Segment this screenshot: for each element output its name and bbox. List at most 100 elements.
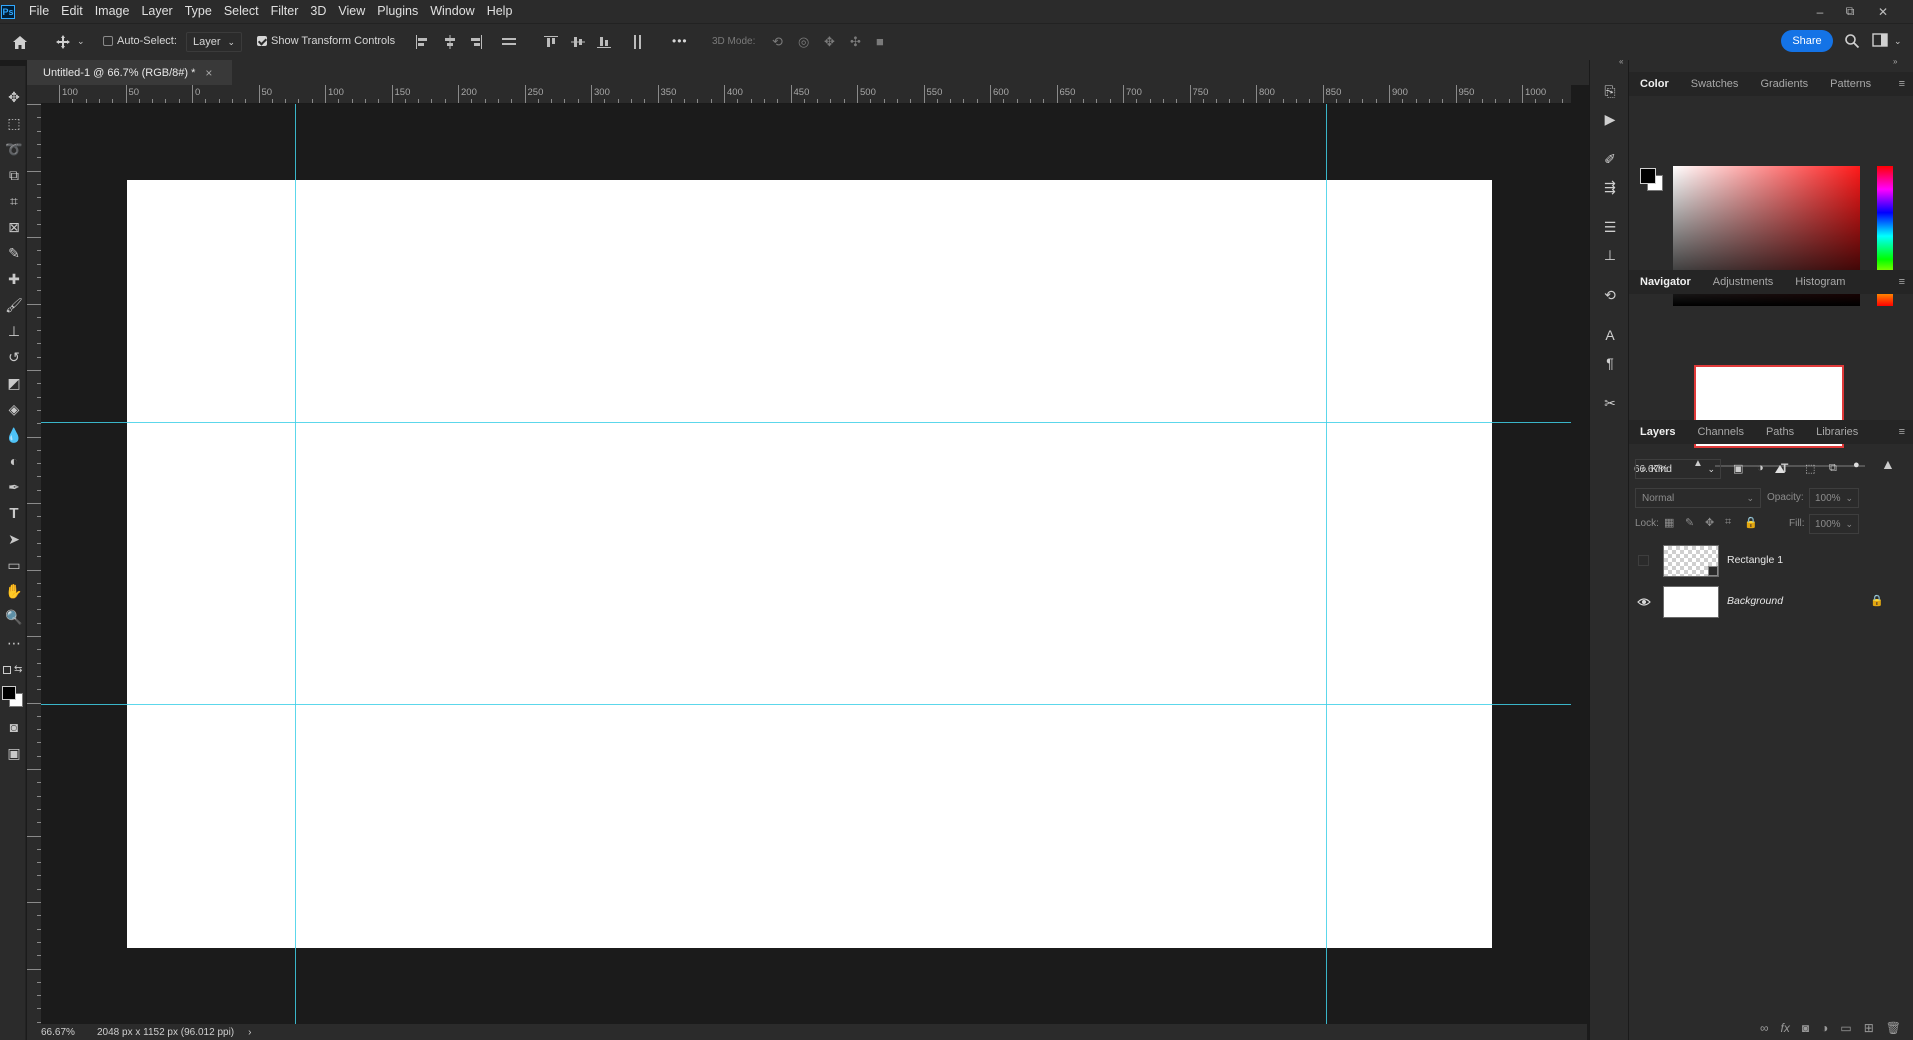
eye-icon[interactable]: [1637, 595, 1651, 609]
minimize-button[interactable]: –: [1805, 0, 1835, 23]
tab-libraries[interactable]: Libraries: [1805, 420, 1869, 444]
auto-select-checkbox[interactable]: Auto-Select:: [103, 35, 177, 47]
3d-orbit-icon[interactable]: ⟲: [772, 34, 783, 50]
tab-swatches[interactable]: Swatches: [1680, 72, 1750, 96]
filter-pixel-icon[interactable]: ▣: [1733, 462, 1743, 475]
frame-tool-icon[interactable]: ⊠: [3, 216, 25, 238]
restore-button[interactable]: ⧉: [1835, 0, 1865, 23]
document-canvas[interactable]: [127, 180, 1492, 948]
blur-tool-icon[interactable]: 💧: [3, 424, 25, 446]
chevron-down-icon[interactable]: ⌄: [1894, 36, 1902, 47]
zoom-in-icon[interactable]: ▲: [1881, 456, 1895, 472]
history-brush-tool-icon[interactable]: ↺: [3, 346, 25, 368]
tab-patterns[interactable]: Patterns: [1819, 72, 1882, 96]
link-layers-icon[interactable]: ∞: [1760, 1021, 1769, 1035]
horizontal-ruler[interactable]: 100 50 0 50 100 150 200 250 300 350 400 450 500 550 60…: [41, 85, 1571, 104]
status-menu-arrow[interactable]: ›: [248, 1027, 251, 1038]
menu-layer[interactable]: Layer: [135, 0, 178, 23]
add-mask-icon[interactable]: ◙: [1802, 1021, 1809, 1035]
new-adjustment-layer-icon[interactable]: ◑: [1821, 1021, 1828, 1035]
layer-visibility-toggle[interactable]: [1638, 555, 1649, 566]
document-tab[interactable]: Untitled-1 @ 66.7% (RGB/8#) * ×: [27, 60, 232, 85]
screen-mode-icon[interactable]: ▣: [3, 742, 25, 764]
delete-layer-icon[interactable]: 🗑: [1886, 1021, 1901, 1035]
auto-select-target-select[interactable]: Layer ⌄: [186, 32, 242, 52]
menu-plugins[interactable]: Plugins: [371, 0, 424, 23]
canvas-area[interactable]: [41, 104, 1571, 1024]
character-icon[interactable]: A: [1599, 324, 1621, 346]
3d-pan-icon[interactable]: ✥: [824, 34, 835, 50]
tab-paths[interactable]: Paths: [1755, 420, 1805, 444]
panel-menu-icon[interactable]: ≡: [1899, 426, 1905, 438]
tab-adjustments[interactable]: Adjustments: [1702, 270, 1785, 294]
more-options-button[interactable]: •••: [672, 34, 688, 48]
default-colors-icon[interactable]: [3, 666, 11, 674]
healing-brush-tool-icon[interactable]: ✚: [3, 268, 25, 290]
blend-mode-select[interactable]: Normal ⌄: [1635, 488, 1761, 508]
tab-channels[interactable]: Channels: [1686, 420, 1754, 444]
filter-adjustment-icon[interactable]: ◑: [1757, 462, 1764, 474]
tool-presets-icon[interactable]: ✂: [1599, 392, 1621, 414]
dodge-tool-icon[interactable]: ◐: [3, 450, 25, 472]
marquee-tool-icon[interactable]: ⬚: [3, 112, 25, 134]
home-icon[interactable]: [10, 33, 30, 51]
zoom-tool-icon[interactable]: 🔍: [3, 606, 25, 628]
eraser-tool-icon[interactable]: ◩: [3, 372, 25, 394]
3d-camera-icon[interactable]: ■: [876, 34, 884, 49]
clone-source-icon[interactable]: ⊥: [1599, 244, 1621, 266]
tab-layers[interactable]: Layers: [1629, 420, 1686, 444]
panel-menu-icon[interactable]: ≡: [1899, 276, 1905, 288]
3d-slide-icon[interactable]: ✣: [850, 34, 861, 50]
menu-type[interactable]: Type: [179, 0, 218, 23]
brush-tool-icon[interactable]: 🖌: [3, 294, 25, 316]
color-panel-foreground[interactable]: [1640, 168, 1656, 184]
menu-image[interactable]: Image: [89, 0, 136, 23]
layer-name[interactable]: Background: [1727, 595, 1783, 607]
vertical-guide[interactable]: [1326, 104, 1327, 1024]
fill-field[interactable]: 100% ⌄: [1809, 514, 1859, 534]
tab-gradients[interactable]: Gradients: [1749, 72, 1819, 96]
ruler-origin[interactable]: [27, 85, 41, 104]
eyedropper-tool-icon[interactable]: ✎: [3, 242, 25, 264]
workspace-icon[interactable]: [1872, 33, 1888, 47]
menu-window[interactable]: Window: [424, 0, 480, 23]
paragraph-icon[interactable]: ¶: [1599, 352, 1621, 374]
collapse-dock-icon[interactable]: «: [1619, 57, 1623, 66]
filter-type-icon[interactable]: T: [1781, 461, 1788, 475]
clone-stamp-tool-icon[interactable]: ⊥: [3, 320, 25, 342]
distribute-horizontal-icon[interactable]: [501, 34, 517, 50]
actions-play-icon[interactable]: ▶: [1599, 108, 1621, 130]
show-transform-check[interactable]: [257, 36, 267, 46]
layer-name[interactable]: Rectangle 1: [1727, 554, 1783, 566]
new-group-icon[interactable]: ▭: [1840, 1021, 1851, 1035]
align-middle-icon[interactable]: [570, 34, 586, 50]
object-selection-tool-icon[interactable]: ⧉: [3, 164, 25, 186]
lock-image-icon[interactable]: ✎: [1685, 516, 1694, 529]
tab-histogram[interactable]: Histogram: [1784, 270, 1856, 294]
layer-row-rectangle-1[interactable]: Rectangle 1: [1629, 541, 1913, 581]
share-button[interactable]: Share: [1781, 30, 1833, 52]
rectangle-tool-icon[interactable]: ▭: [3, 554, 25, 576]
show-transform-checkbox[interactable]: Show Transform Controls: [257, 35, 395, 47]
layer-row-background[interactable]: Background 🔒: [1629, 582, 1913, 622]
path-selection-tool-icon[interactable]: ➤: [3, 528, 25, 550]
filter-smart-object-icon[interactable]: ⧉: [1829, 462, 1837, 475]
align-top-icon[interactable]: [543, 34, 559, 50]
panel-menu-icon[interactable]: ≡: [1899, 78, 1905, 90]
type-tool-icon[interactable]: T: [3, 502, 25, 524]
3d-roll-icon[interactable]: ◎: [798, 34, 809, 50]
swap-colors-icon[interactable]: ⇆: [14, 664, 22, 675]
menu-view[interactable]: View: [332, 0, 371, 23]
layer-filter-select[interactable]: ⌕ Kind ⌄: [1635, 459, 1721, 479]
align-left-icon[interactable]: [414, 34, 430, 50]
lock-position-icon[interactable]: ✥: [1705, 516, 1714, 529]
vertical-guide[interactable]: [295, 104, 296, 1024]
menu-help[interactable]: Help: [481, 0, 519, 23]
move-tool-preset-icon[interactable]: [52, 32, 74, 52]
lasso-tool-icon[interactable]: ➰: [3, 138, 25, 160]
vertical-ruler[interactable]: [27, 104, 41, 1024]
menu-select[interactable]: Select: [218, 0, 265, 23]
menu-3d[interactable]: 3D: [304, 0, 332, 23]
align-right-icon[interactable]: [468, 34, 484, 50]
lock-artboard-icon[interactable]: ⌗: [1725, 516, 1731, 529]
